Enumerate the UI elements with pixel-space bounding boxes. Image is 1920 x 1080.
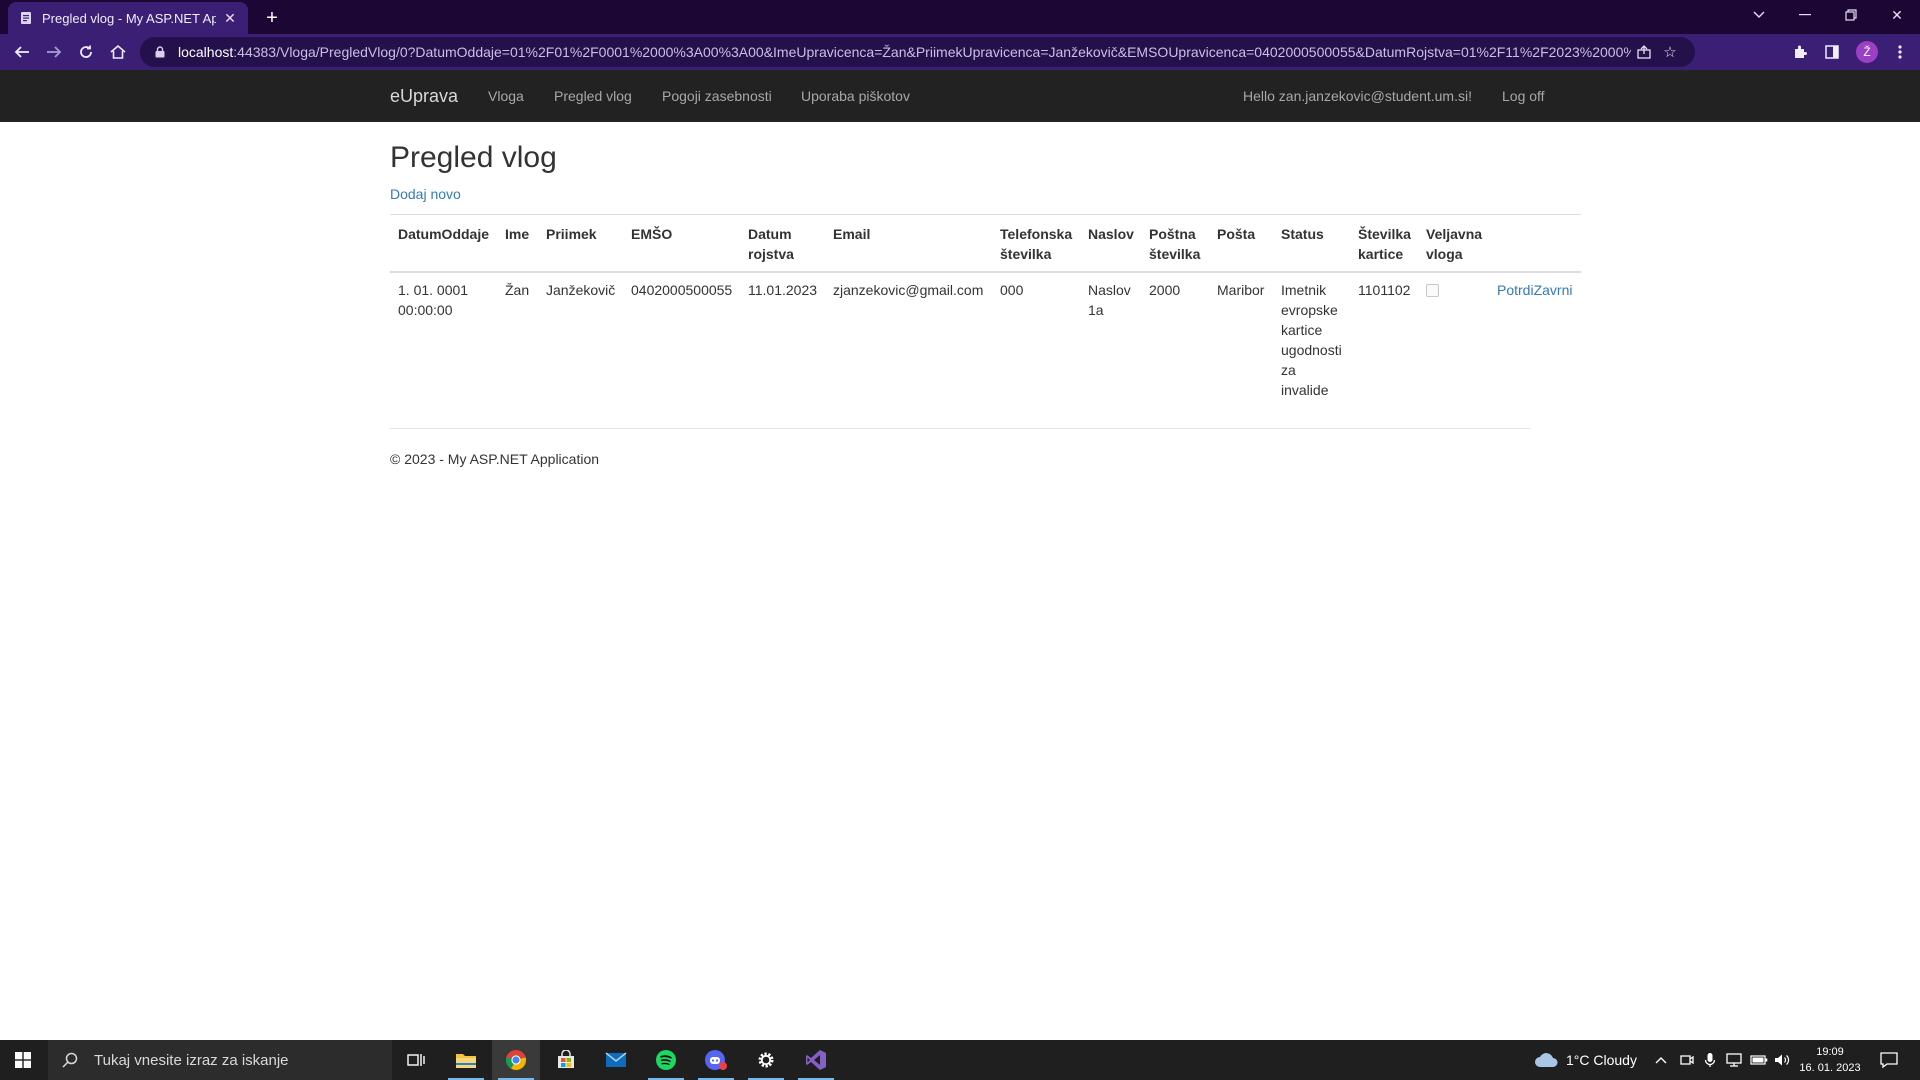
cell-ime: Žan bbox=[505, 282, 530, 298]
footer-text: © 2023 - My ASP.NET Application bbox=[390, 451, 600, 467]
browser-toolbar: localhost:44383/Vloga/PregledVlog/0?Datu… bbox=[0, 34, 1920, 70]
close-tab-icon[interactable]: ✕ bbox=[222, 10, 238, 26]
cell-email: zjanzekovic@gmail.com bbox=[833, 282, 984, 298]
search-icon bbox=[62, 1052, 82, 1068]
file-explorer-icon[interactable] bbox=[442, 1040, 490, 1080]
spotify-icon[interactable] bbox=[642, 1040, 690, 1080]
table-top-border bbox=[390, 214, 1581, 215]
visual-studio-icon[interactable] bbox=[792, 1040, 840, 1080]
header-naslov: Naslov bbox=[1088, 226, 1134, 242]
nav-link-vloga[interactable]: Vloga bbox=[488, 88, 524, 104]
nav-link-pregled-vlog[interactable]: Pregled vlog bbox=[554, 88, 632, 104]
header-ime: Ime bbox=[505, 226, 530, 242]
settings-gear-icon[interactable] bbox=[742, 1040, 790, 1080]
potrdi-link[interactable]: Potrdi bbox=[1497, 282, 1534, 298]
cell-status: Imetnik evropske kartice ugodnosti za in… bbox=[1281, 282, 1342, 398]
restore-icon[interactable] bbox=[1828, 0, 1874, 30]
header-telefonska-stevilka: Telefonska številka bbox=[1000, 226, 1073, 262]
log-off-link[interactable]: Log off bbox=[1502, 88, 1545, 104]
nav-link-pogoji-zasebnosti[interactable]: Pogoji zasebnosti bbox=[662, 88, 772, 104]
task-view-icon[interactable] bbox=[392, 1040, 440, 1080]
cloud-icon bbox=[1535, 1053, 1558, 1067]
header-postna-stevilka: Poštna številka bbox=[1149, 226, 1201, 262]
weather-widget[interactable]: 1°C Cloudy bbox=[1534, 1040, 1637, 1080]
side-panel-icon[interactable] bbox=[1816, 36, 1848, 68]
brand-link[interactable]: eUprava bbox=[390, 86, 458, 107]
taskbar-search-input[interactable]: Tukaj vnesite izraz za iskanje bbox=[48, 1040, 392, 1080]
microsoft-store-icon[interactable] bbox=[542, 1040, 590, 1080]
page-icon bbox=[18, 10, 34, 26]
cell-priimek: Janžekovič bbox=[546, 282, 616, 298]
header-priimek: Priimek bbox=[546, 226, 597, 242]
footer-divider bbox=[390, 428, 1530, 429]
battery-icon[interactable] bbox=[1750, 1040, 1768, 1080]
microphone-icon[interactable] bbox=[1704, 1040, 1716, 1080]
browser-tabstrip: Pregled vlog - My ASP.NET Appli ✕ + ✕ bbox=[0, 0, 1920, 34]
nav-link-uporaba-piskotov[interactable]: Uporaba piškotov bbox=[801, 88, 910, 104]
cell-actions: PotrdiZavrni bbox=[1497, 280, 1572, 300]
header-status: Status bbox=[1281, 226, 1324, 242]
tab-search-icon[interactable] bbox=[1736, 0, 1782, 30]
profile-avatar[interactable]: Ž bbox=[1856, 41, 1878, 63]
header-emso: EMŠO bbox=[631, 226, 673, 242]
camera-icon[interactable] bbox=[1680, 1040, 1694, 1080]
cell-datum-oddaje: 1. 01. 0001 00:00:00 bbox=[398, 282, 469, 318]
veljavna-vloga-checkbox bbox=[1426, 284, 1439, 297]
reload-icon[interactable] bbox=[70, 36, 102, 68]
taskbar-clock[interactable]: 19:09 16. 01. 2023 bbox=[1790, 1044, 1870, 1076]
chrome-icon[interactable] bbox=[492, 1040, 540, 1080]
back-icon[interactable] bbox=[6, 36, 38, 68]
show-hidden-icons-icon[interactable] bbox=[1655, 1040, 1667, 1080]
url-text: localhost:44383/Vloga/PregledVlog/0?Datu… bbox=[178, 44, 1631, 60]
new-tab-icon[interactable]: + bbox=[260, 6, 284, 30]
cell-emso: 0402000500055 bbox=[631, 282, 733, 298]
site-navbar: eUprava Vloga Pregled vlog Pogoji zasebn… bbox=[0, 70, 1920, 122]
bookmark-star-icon[interactable]: ☆ bbox=[1657, 39, 1683, 65]
cell-telefon: 000 bbox=[1000, 282, 1024, 298]
header-datum-rojstva: Datum rojstva bbox=[748, 226, 794, 262]
forward-icon[interactable] bbox=[38, 36, 70, 68]
header-datum-oddaje: DatumOddaje bbox=[398, 226, 490, 242]
notifications-icon[interactable] bbox=[1880, 1040, 1898, 1080]
address-bar[interactable]: localhost:44383/Vloga/PregledVlog/0?Datu… bbox=[140, 37, 1695, 67]
browser-menu-icon[interactable] bbox=[1884, 36, 1916, 68]
add-new-link[interactable]: Dodaj novo bbox=[390, 186, 461, 202]
tab-title: Pregled vlog - My ASP.NET Appli bbox=[42, 10, 216, 26]
volume-icon[interactable] bbox=[1774, 1040, 1790, 1080]
user-greeting-link[interactable]: Hello zan.janzekovic@student.um.si! bbox=[1243, 88, 1472, 104]
cell-datum-rojstva: 11.01.2023 bbox=[748, 282, 818, 298]
network-icon[interactable] bbox=[1726, 1040, 1742, 1080]
close-window-icon[interactable]: ✕ bbox=[1874, 0, 1920, 30]
cell-stevilka-kartice: 1101102 bbox=[1358, 282, 1411, 298]
windows-taskbar: Tukaj vnesite izraz za iskanje 1°C Cloud… bbox=[0, 1040, 1920, 1080]
mail-icon[interactable] bbox=[592, 1040, 640, 1080]
cell-postna-stevilka: 2000 bbox=[1149, 282, 1181, 298]
zavrni-link[interactable]: Zavrni bbox=[1534, 282, 1573, 298]
table-header-border bbox=[390, 271, 1581, 273]
discord-icon[interactable] bbox=[692, 1040, 740, 1080]
header-stevilka-kartice: Številka kartice bbox=[1358, 226, 1411, 262]
windows-start-icon[interactable] bbox=[0, 1040, 46, 1080]
browser-tab[interactable]: Pregled vlog - My ASP.NET Appli ✕ bbox=[8, 2, 248, 34]
cell-posta: Maribor bbox=[1217, 282, 1265, 298]
header-veljavna-vloga: Veljavna vloga bbox=[1426, 226, 1483, 262]
header-email: Email bbox=[833, 226, 871, 242]
page-title: Pregled vlog bbox=[390, 141, 557, 174]
minimize-icon[interactable] bbox=[1782, 0, 1828, 30]
home-icon[interactable] bbox=[102, 36, 134, 68]
share-icon[interactable] bbox=[1631, 39, 1657, 65]
extensions-icon[interactable] bbox=[1784, 36, 1816, 68]
header-posta: Pošta bbox=[1217, 226, 1256, 242]
cell-naslov: Naslov 1a bbox=[1088, 282, 1131, 318]
lock-icon[interactable] bbox=[152, 46, 168, 58]
